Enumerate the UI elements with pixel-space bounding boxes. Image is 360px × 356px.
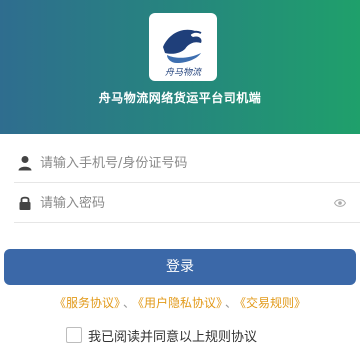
logo-text: 舟马物流 xyxy=(165,67,203,78)
login-button[interactable]: 登录 xyxy=(4,249,356,285)
header: 舟马物流 舟马物流网络货运平台司机端 xyxy=(0,0,360,134)
app-title: 舟马物流网络货运平台司机端 xyxy=(98,91,262,105)
user-icon xyxy=(18,156,32,171)
agreement-links: 《服务协议》、《用户隐私协议》、《交易规则》 xyxy=(0,294,360,311)
consent-checkbox[interactable] xyxy=(66,327,82,343)
privacy-agreement-link[interactable]: 《用户隐私协议》 xyxy=(138,296,222,310)
phone-input[interactable] xyxy=(40,151,330,175)
trade-rules-link[interactable]: 《交易规则》 xyxy=(240,296,306,310)
service-agreement-link[interactable]: 《服务协议》 xyxy=(54,296,120,310)
password-field xyxy=(0,183,360,223)
horse-logo-icon: 舟马物流 xyxy=(163,29,203,78)
separator: 、 xyxy=(225,296,238,310)
app-logo: 舟马物流 xyxy=(149,13,217,81)
password-input[interactable] xyxy=(40,191,330,215)
eye-icon[interactable] xyxy=(334,198,346,208)
separator: 、 xyxy=(122,296,135,310)
consent-label: 我已阅读并同意以上规则协议 xyxy=(88,330,258,345)
phone-field xyxy=(0,143,360,183)
lock-icon xyxy=(19,196,31,210)
consent-row: 我已阅读并同意以上规则协议 xyxy=(0,325,360,345)
field-divider xyxy=(14,222,360,223)
